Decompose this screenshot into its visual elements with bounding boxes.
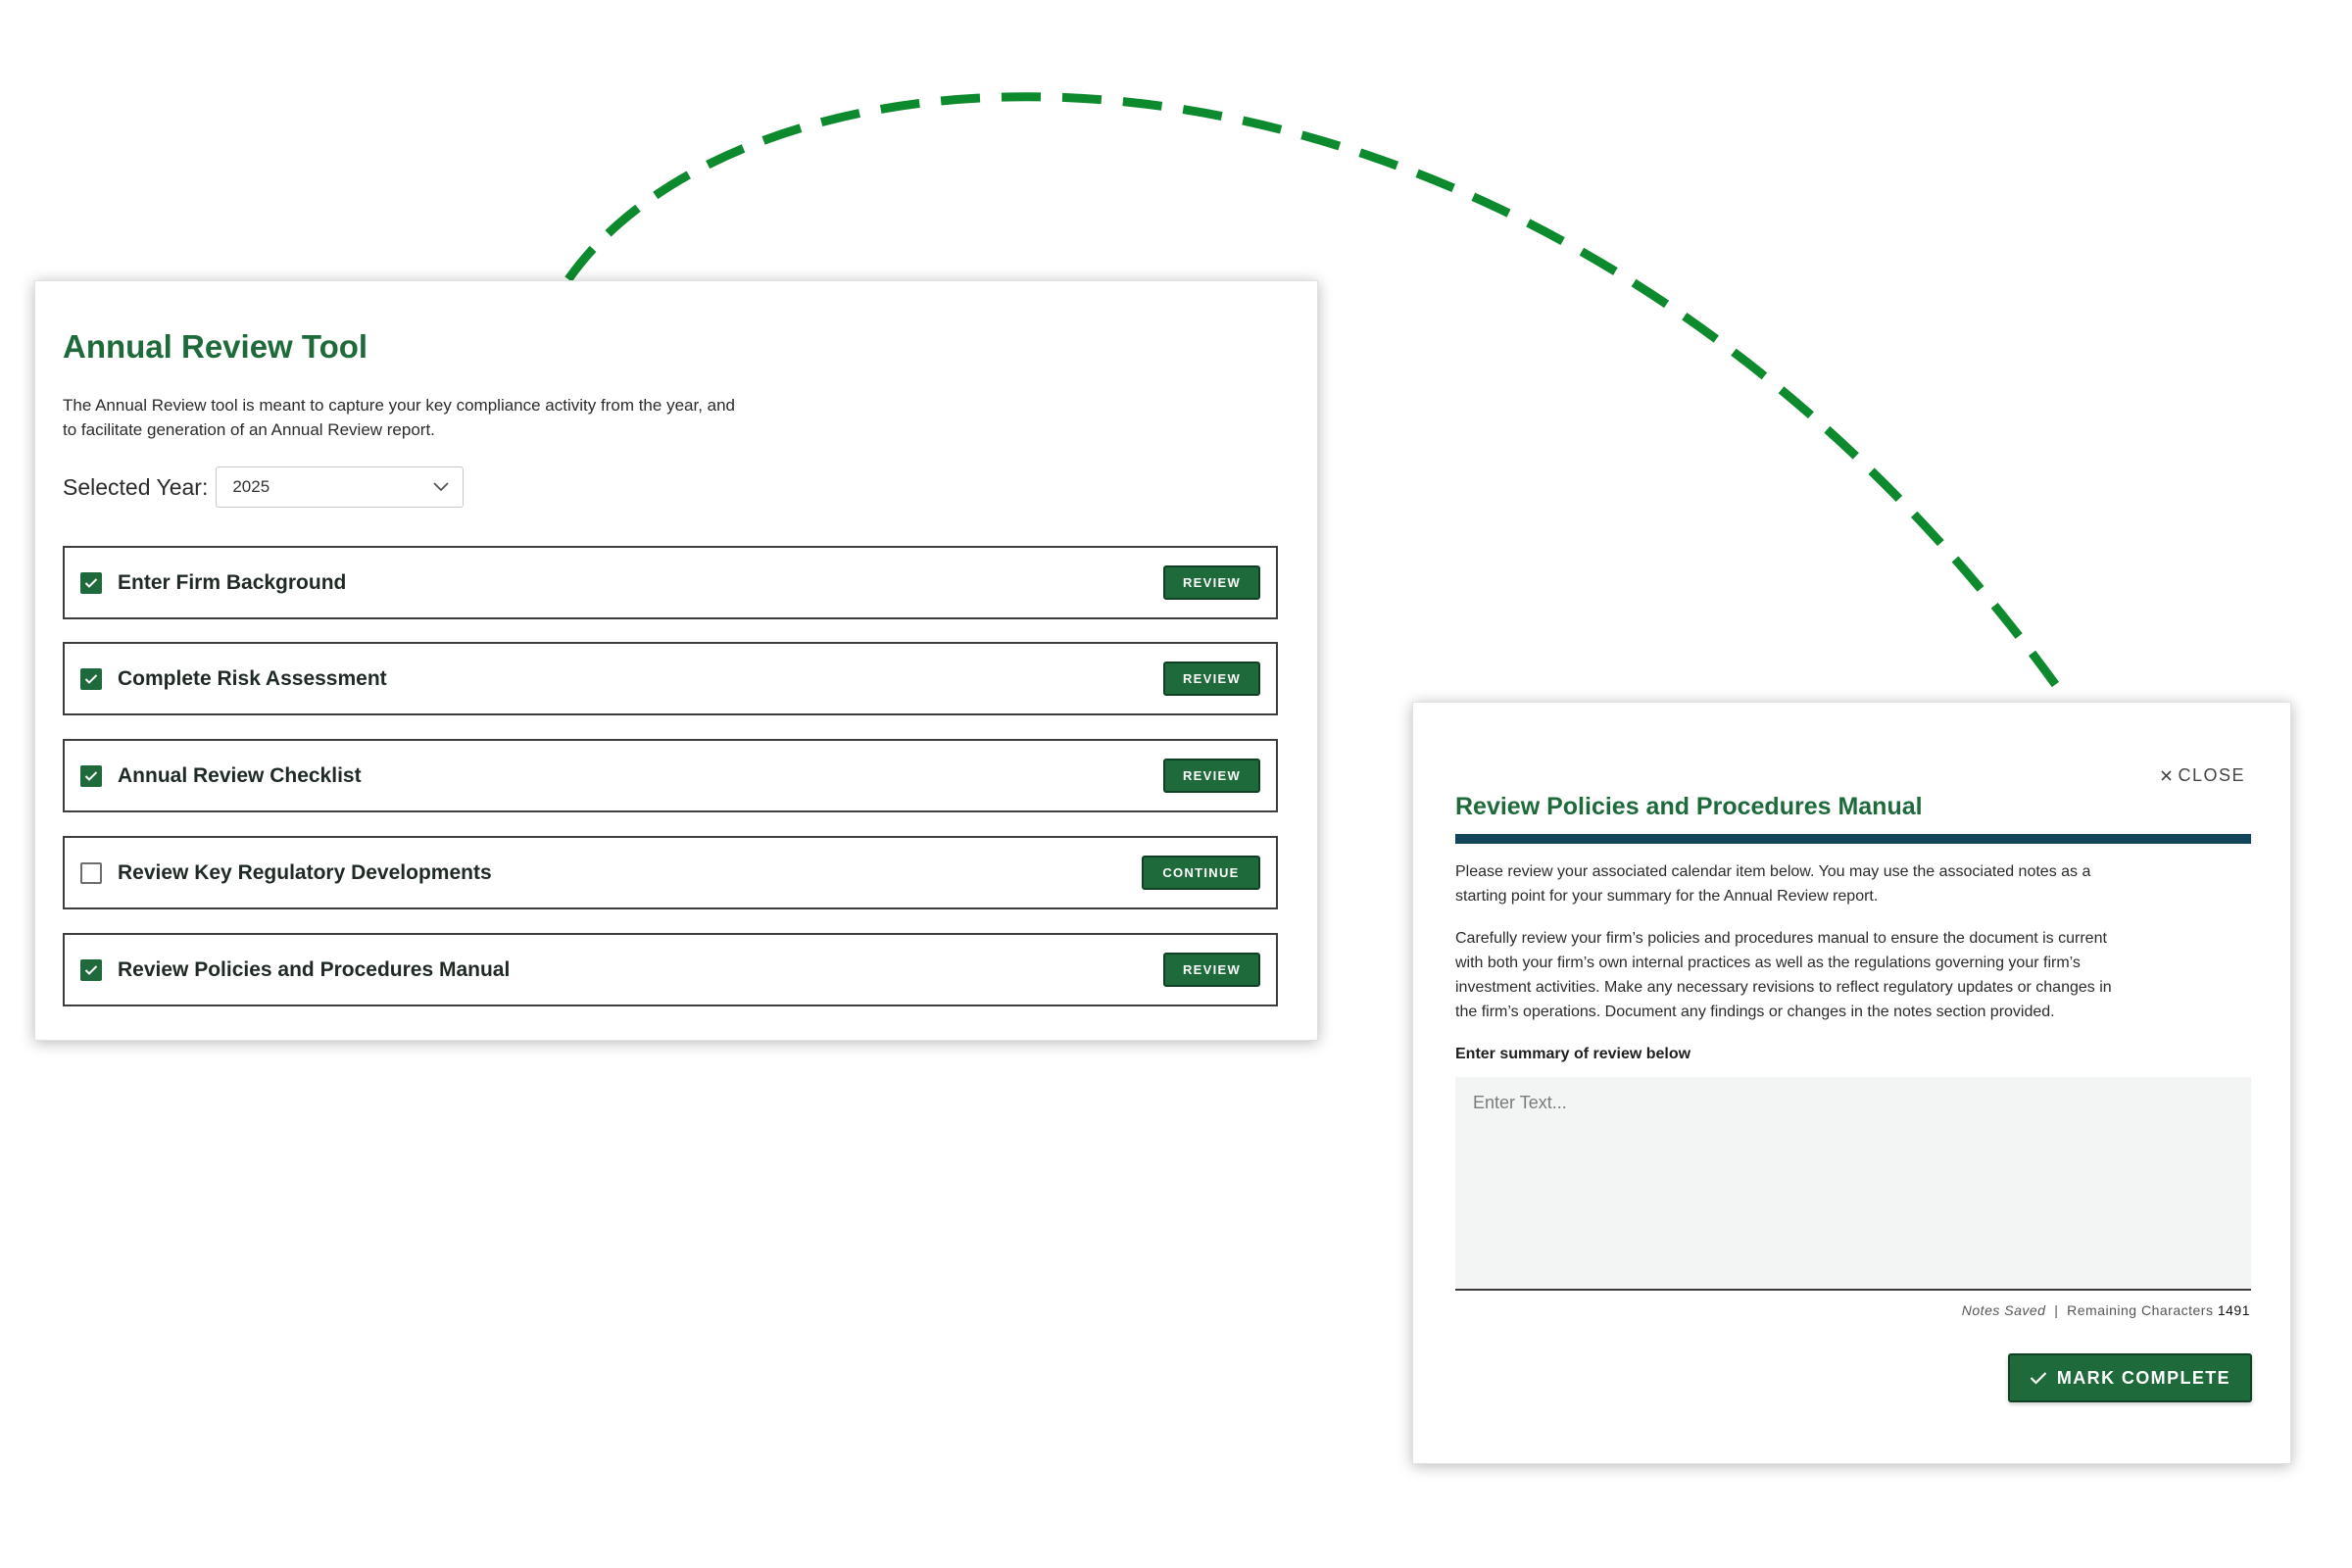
year-selector-row: Selected Year: 2025 xyxy=(63,466,465,508)
task-row-firm-background: Enter Firm Background REVIEW xyxy=(63,546,1278,619)
status-separator: | xyxy=(2054,1302,2059,1318)
review-button[interactable]: REVIEW xyxy=(1163,662,1260,696)
page-title: Annual Review Tool xyxy=(63,328,368,365)
title-divider xyxy=(1455,834,2251,844)
task-label: Enter Firm Background xyxy=(118,570,347,594)
summary-field-label: Enter summary of review below xyxy=(1455,1046,1691,1062)
year-select[interactable]: 2025 xyxy=(216,466,465,508)
task-row-regulatory-developments: Review Key Regulatory Developments CONTI… xyxy=(63,836,1278,909)
checkmark-icon xyxy=(2030,1372,2047,1385)
close-icon xyxy=(2161,770,2173,781)
checkmark-icon xyxy=(84,770,98,781)
task-label: Annual Review Checklist xyxy=(118,763,362,787)
checkmark-icon xyxy=(84,964,98,975)
task-row-risk-assessment: Complete Risk Assessment REVIEW xyxy=(63,642,1278,715)
task-label: Review Key Regulatory Developments xyxy=(118,860,492,884)
year-label: Selected Year: xyxy=(63,473,209,500)
close-label: CLOSE xyxy=(2178,765,2245,785)
intro-text: The Annual Review tool is meant to captu… xyxy=(63,396,736,439)
summary-textarea[interactable] xyxy=(1455,1077,2251,1291)
mark-complete-button[interactable]: MARK COMPLETE xyxy=(2008,1353,2252,1402)
continue-button[interactable]: CONTINUE xyxy=(1142,856,1260,890)
chevron-down-icon xyxy=(433,482,449,492)
task-checkbox[interactable] xyxy=(80,667,102,690)
task-label: Complete Risk Assessment xyxy=(118,666,387,690)
notes-saved-text: Notes Saved xyxy=(1961,1302,2046,1318)
close-button[interactable]: CLOSE xyxy=(2161,765,2245,786)
review-button[interactable]: REVIEW xyxy=(1163,565,1260,600)
task-checkbox[interactable] xyxy=(80,861,102,884)
task-row-policies-manual: Review Policies and Procedures Manual RE… xyxy=(63,933,1278,1006)
annual-review-panel: Annual Review Tool The Annual Review too… xyxy=(34,280,1318,1041)
task-checkbox[interactable] xyxy=(80,764,102,787)
task-row-annual-checklist: Annual Review Checklist REVIEW xyxy=(63,739,1278,812)
checkmark-icon xyxy=(84,577,98,588)
instruction-text: Please review your associated calendar i… xyxy=(1455,863,2091,905)
checkmark-icon xyxy=(84,673,98,684)
review-button[interactable]: REVIEW xyxy=(1163,953,1260,987)
review-button[interactable]: REVIEW xyxy=(1163,759,1260,793)
task-label: Review Policies and Procedures Manual xyxy=(118,957,511,981)
mark-complete-label: MARK COMPLETE xyxy=(2056,1367,2231,1388)
task-checkbox[interactable] xyxy=(80,571,102,594)
notes-status: Notes Saved | Remaining Characters 1491 xyxy=(1962,1302,2250,1318)
task-checkbox[interactable] xyxy=(80,958,102,981)
dialog-title: Review Policies and Procedures Manual xyxy=(1455,793,1923,820)
review-dialog: CLOSE Review Policies and Procedures Man… xyxy=(1412,702,2291,1464)
remaining-characters-count: 1491 xyxy=(2217,1302,2250,1318)
year-value: 2025 xyxy=(232,477,270,496)
remaining-characters-label: Remaining Characters xyxy=(2067,1302,2214,1318)
task-description: Carefully review your firm’s policies an… xyxy=(1455,930,2112,1020)
